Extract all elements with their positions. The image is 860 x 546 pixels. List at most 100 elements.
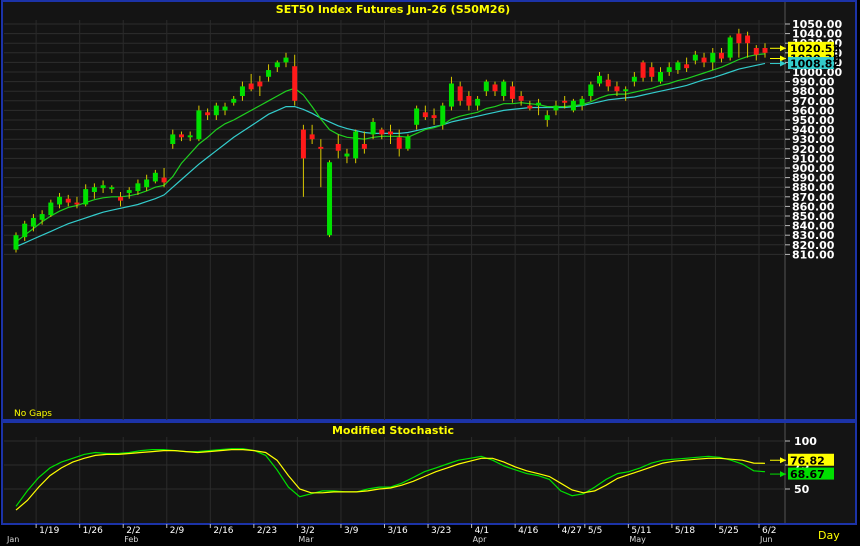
date-label: 1/19 [39, 526, 59, 536]
candle-body [30, 217, 36, 227]
candle-body [597, 75, 603, 84]
candle-body [65, 198, 71, 203]
date-label: 1/26 [83, 526, 103, 536]
candle-body [83, 189, 89, 205]
candle-body [126, 190, 132, 193]
candle-body [361, 144, 367, 149]
candle-body [292, 66, 298, 101]
candle-body [753, 48, 759, 55]
date-label: 2/9 [170, 526, 185, 536]
candle-body [666, 67, 672, 72]
date-label: 5/25 [718, 526, 738, 536]
no-gaps-note: No Gaps [14, 409, 52, 419]
chart-canvas: 810.00820.00830.00840.00850.00860.00870.… [1, 0, 857, 544]
candle-body [283, 57, 289, 63]
candle-body [692, 54, 698, 61]
candle-body [196, 110, 202, 140]
month-label: Mar [298, 535, 314, 544]
candle-body [431, 115, 437, 119]
price-axis-label: 1050.00 [792, 18, 842, 31]
candle-body [91, 187, 97, 192]
date-label: 2/16 [213, 526, 233, 536]
candle-body [300, 129, 306, 159]
date-label: 5/5 [588, 526, 602, 536]
candle-body [466, 96, 472, 106]
candle-body [213, 105, 219, 116]
date-label: 4/27 [562, 526, 582, 536]
candle-body [13, 235, 19, 250]
candle-body [631, 76, 637, 82]
candle-body [178, 134, 184, 138]
candle-body [231, 98, 237, 103]
stochastic-panel-frame [1, 421, 857, 525]
candle-body [274, 62, 280, 68]
candle-body [518, 96, 524, 101]
stochastic-axis-label: 50 [794, 483, 810, 496]
candle-body [536, 102, 542, 106]
candle-body [396, 137, 402, 149]
candle-body [483, 81, 489, 92]
candle-body [327, 162, 333, 236]
candle-body [344, 153, 350, 157]
month-label: Jun [759, 535, 773, 544]
date-label: 4/16 [518, 526, 538, 536]
candle-body [562, 100, 568, 103]
candle-body [74, 202, 80, 205]
candle-body [457, 86, 463, 101]
candle-body [48, 202, 54, 216]
candle-body [501, 81, 507, 96]
candle-body [544, 115, 550, 120]
candle-body [57, 196, 63, 205]
candle-body [405, 136, 411, 149]
candle-body [492, 84, 498, 92]
candle-body [675, 62, 681, 71]
candle-body [579, 98, 585, 106]
price-tag-label: 68.67 [790, 468, 825, 481]
date-label: 3/23 [431, 526, 451, 536]
candle-body [684, 64, 690, 69]
date-axis-labels: 1/19 1/26 2/2 2/9 2/16 2/23 3/2 3/9 3/16 3/23 4/1 4… [6, 524, 776, 544]
candle-body [727, 37, 733, 58]
candle-body [414, 108, 420, 125]
candle-body [187, 135, 193, 138]
candle-body [309, 134, 315, 140]
candle-body [527, 105, 533, 109]
candle-body [509, 86, 515, 99]
stochastic-title: Modified Stochastic [332, 424, 454, 437]
candle-body [109, 187, 115, 190]
candle-body [710, 52, 716, 63]
candle-body [649, 67, 655, 77]
candle-body [701, 57, 707, 63]
month-label: Jan [6, 535, 19, 544]
candle-body [718, 52, 724, 59]
date-label: 3/9 [344, 526, 359, 536]
price-tags: 1020.531020.301008.82 [770, 41, 840, 71]
candle-body [144, 179, 150, 188]
date-label: 3/16 [388, 526, 408, 536]
month-label: Apr [473, 535, 488, 544]
candle-body [422, 112, 428, 118]
candle-body [588, 84, 594, 96]
candle-body [762, 48, 768, 53]
candle-body [248, 83, 254, 90]
candle-body [39, 214, 45, 220]
date-label: 5/18 [675, 526, 695, 536]
candle-body [239, 86, 245, 96]
candle-body [745, 35, 751, 44]
candle-body [614, 86, 620, 92]
candle-body [318, 146, 324, 149]
candle-body [605, 79, 611, 87]
candle-body [257, 81, 263, 87]
candle-body [370, 121, 376, 135]
candle-body [353, 131, 359, 159]
candle-body [570, 100, 576, 111]
candle-body [222, 106, 228, 111]
candle-body [379, 129, 385, 135]
candle-body [448, 83, 454, 107]
month-label: Feb [124, 535, 138, 544]
stochastic-axis-label: 100 [794, 435, 817, 448]
candle-body [100, 185, 106, 189]
price-tag-label: 1008.82 [790, 58, 840, 71]
candle-body [152, 172, 158, 182]
candle-body [657, 72, 663, 82]
